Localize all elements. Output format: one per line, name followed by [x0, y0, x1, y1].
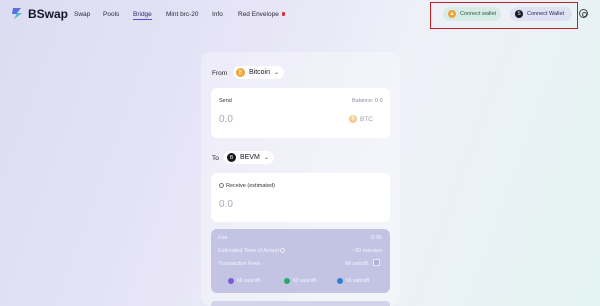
app-logo[interactable]: BSwap	[10, 6, 68, 21]
send-amount-input[interactable]: 0.0	[219, 114, 233, 125]
from-chain-select[interactable]: ₿ Bitcoin ⌄	[233, 66, 285, 79]
receive-amount: 0.0	[219, 199, 233, 210]
send-label: Send	[219, 98, 232, 104]
bridge-submit-button[interactable]	[211, 301, 390, 306]
fox-wallet-icon: ▲	[448, 10, 456, 18]
fee-option-1-icon	[228, 278, 234, 284]
receive-card	[211, 173, 390, 222]
app-name: BSwap	[28, 6, 69, 21]
fee-option-3-label: 56 sats/vB	[346, 278, 370, 284]
bswap-logo-icon	[10, 6, 25, 21]
chevron-down-icon: ⌄	[274, 70, 280, 76]
connect-wallet-button-metamask[interactable]: ▲ Connect wallet	[443, 7, 501, 21]
send-token-symbol: BTC	[360, 115, 373, 123]
send-card	[211, 88, 390, 138]
settings-icon[interactable]	[579, 9, 588, 18]
nav-pools[interactable]: Pools	[103, 11, 119, 18]
tx-fees-label: Transaction Fees	[218, 261, 261, 267]
send-token: ₿ BTC	[349, 115, 373, 123]
nav-swap[interactable]: Swap	[74, 11, 90, 18]
fee-option-1[interactable]: 66 sats/vB	[228, 278, 260, 284]
btc-token-icon: ₿	[349, 115, 357, 123]
info-icon	[219, 183, 224, 189]
connect-wallet-button-btc[interactable]: S Connect Wallet	[510, 7, 572, 21]
fee-option-2[interactable]: 63 sats/vB	[284, 278, 316, 284]
nav-info[interactable]: Info	[212, 11, 223, 18]
from-chain-name: Bitcoin	[249, 69, 271, 76]
receive-label-row: Receive (estimated)	[219, 183, 275, 189]
nav-red-envelope[interactable]: Red Envelope	[238, 11, 285, 18]
edit-fee-icon[interactable]	[373, 259, 380, 266]
bitcoin-icon: ₿	[236, 68, 245, 77]
wallet-logo-icon: S	[515, 10, 523, 18]
nav-bridge[interactable]: Bridge	[133, 11, 152, 20]
connect-wallet-label-2: Connect Wallet	[527, 11, 565, 17]
eta-label-row: Estimated Time of Arrival	[218, 248, 287, 254]
fee-option-3[interactable]: 56 sats/vB	[337, 278, 369, 284]
eta-info-icon	[280, 248, 286, 254]
eta-label: Estimated Time of Arrival	[218, 248, 279, 254]
nav-mint-brc20[interactable]: Mint brc-20	[166, 11, 199, 18]
from-label: From	[212, 70, 228, 77]
fee-option-1-label: 66 sats/vB	[237, 278, 261, 284]
to-label: To	[212, 155, 219, 162]
fee-option-2-icon	[284, 278, 290, 284]
tx-fees-value: 66 sat/vB	[345, 261, 368, 267]
fee-value: 0.00	[371, 235, 382, 241]
to-chain-name: BEVM	[240, 154, 260, 161]
to-chain-select[interactable]: B BEVM ⌄	[224, 151, 274, 164]
bevm-icon: B	[227, 153, 236, 162]
nav-red-envelope-label: Red Envelope	[238, 11, 279, 18]
chevron-down-icon-2: ⌄	[263, 155, 269, 161]
eta-value: ~30 minutes	[352, 248, 383, 254]
fee-option-2-label: 63 sats/vB	[293, 278, 317, 284]
receive-label: Receive (estimated)	[226, 183, 275, 189]
fee-label: Fee	[218, 235, 228, 241]
connect-wallet-label: Connect wallet	[460, 11, 497, 17]
red-envelope-icon	[281, 12, 285, 17]
top-nav-bar: BSwap Swap Pools Bridge Mint brc-20 Info…	[0, 0, 600, 30]
balance-text: Balance: 0.0	[352, 98, 383, 104]
fee-option-3-icon	[337, 278, 343, 284]
